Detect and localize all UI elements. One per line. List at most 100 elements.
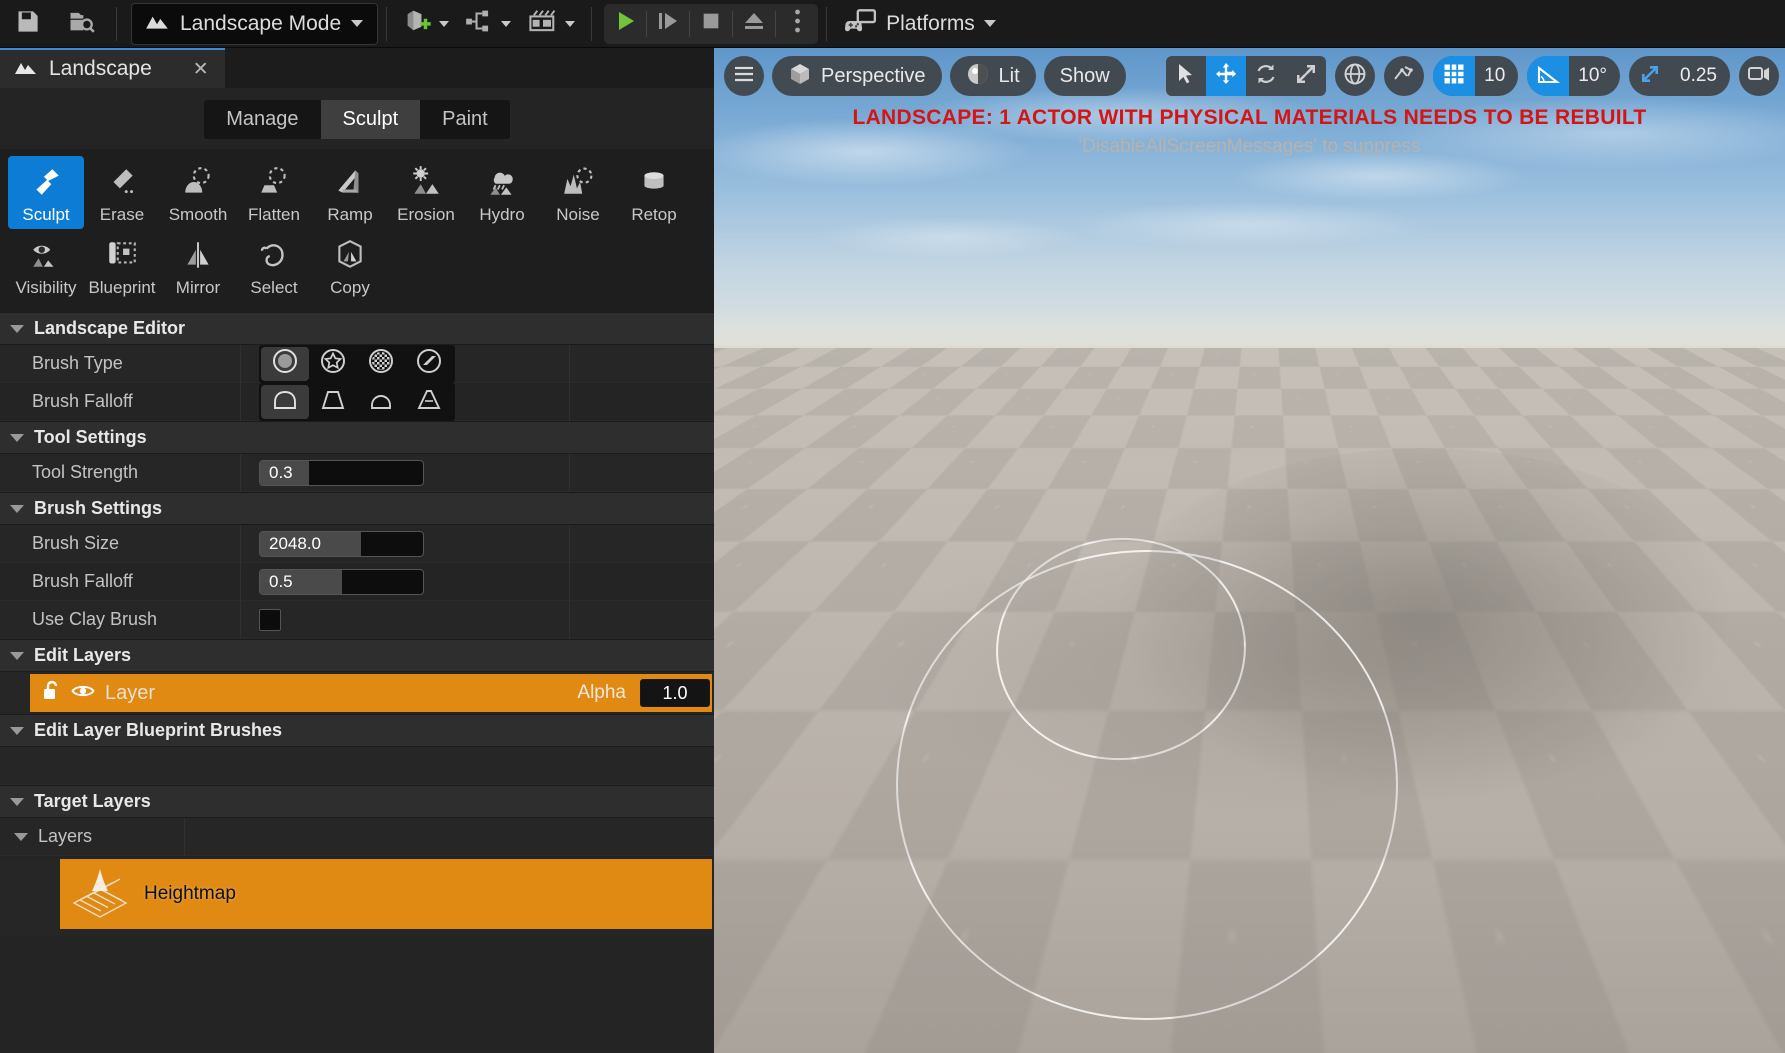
file-tools-group <box>0 0 108 47</box>
tool-label: Smooth <box>168 205 228 224</box>
hydro-rain-icon <box>485 162 519 202</box>
brush-size-label: Brush Size <box>32 533 120 553</box>
cinematics-button[interactable] <box>519 2 583 46</box>
grid-snap-toggle[interactable] <box>1433 56 1476 96</box>
brush-size-slider[interactable]: 2048.0 <box>259 530 424 557</box>
alpha-brush-icon <box>319 347 347 380</box>
brush-type-alpha[interactable] <box>309 347 357 381</box>
brush-falloff-field: 0.5 <box>241 563 569 601</box>
target-layer-heightmap[interactable]: Heightmap <box>60 859 712 929</box>
grid-snap-control[interactable]: 10 <box>1433 56 1519 96</box>
tool-erase[interactable]: Erase <box>84 156 160 229</box>
brush-type-component[interactable] <box>405 347 453 381</box>
tab-paint[interactable]: Paint <box>420 100 510 139</box>
select-tool-button[interactable] <box>1166 56 1206 96</box>
view-mode-label: Lit <box>998 64 1020 87</box>
stop-button[interactable] <box>690 4 732 44</box>
tab-manage[interactable]: Manage <box>204 100 320 139</box>
show-flags-button[interactable]: Show <box>1043 56 1126 96</box>
scale-snap-value[interactable]: 0.25 <box>1671 65 1730 87</box>
rotate-tool-button[interactable] <box>1246 56 1286 96</box>
section-tool-settings[interactable]: Tool Settings <box>0 421 714 454</box>
camera-mode-button[interactable]: Perspective <box>772 56 942 96</box>
brush-type-pattern[interactable] <box>357 347 405 381</box>
brush-falloff-slider[interactable]: 0.5 <box>259 568 424 595</box>
tool-ramp[interactable]: Ramp <box>312 156 388 229</box>
section-edit-layers[interactable]: Edit Layers <box>0 639 714 672</box>
angle-snap-control[interactable]: 10° <box>1527 56 1621 96</box>
ramp-icon <box>333 162 367 202</box>
platforms-button[interactable]: Platforms <box>835 2 1006 46</box>
falloff-smooth[interactable] <box>261 384 309 419</box>
angle-snap-value[interactable]: 10° <box>1569 65 1620 87</box>
section-target-layers[interactable]: Target Layers <box>0 785 714 818</box>
row-layers-group[interactable]: Layers <box>0 817 714 856</box>
section-brush-settings[interactable]: Brush Settings <box>0 492 714 525</box>
tool-sculpt[interactable]: Sculpt <box>8 156 84 229</box>
tool-retop[interactable]: Retop <box>616 156 692 229</box>
tool-label: Retop <box>631 205 677 224</box>
tool-blueprint[interactable]: Blueprint <box>84 229 160 302</box>
view-mode-button[interactable]: Lit <box>949 56 1036 96</box>
row-use-clay-brush: Use Clay Brush <box>0 600 714 639</box>
unlocked-icon[interactable] <box>42 680 62 707</box>
skip-play-icon <box>656 9 680 38</box>
falloff-linear[interactable] <box>309 385 357 419</box>
component-brush-icon <box>415 347 443 380</box>
row-trailing-column <box>569 453 714 492</box>
tool-mirror[interactable]: Mirror <box>160 229 236 302</box>
save-button[interactable] <box>0 2 54 46</box>
main-toolbar: Landscape Mode Platforms <box>0 0 1785 48</box>
brush-type-field <box>241 344 569 383</box>
row-brush-falloff-type: Brush Falloff <box>0 382 714 421</box>
grid-snap-value[interactable]: 10 <box>1475 65 1518 87</box>
tool-row-1: Sculpt Erase Smooth Flatten Ramp Erosion… <box>8 156 706 229</box>
browse-content-button[interactable] <box>54 2 108 46</box>
scale-snap-control[interactable]: 0.25 <box>1629 56 1730 96</box>
falloff-tip[interactable] <box>405 385 453 419</box>
falloff-spherical[interactable] <box>357 385 405 419</box>
brush-falloff-value: 0.5 <box>269 571 293 591</box>
section-edit-layer-blueprint-brushes[interactable]: Edit Layer Blueprint Brushes <box>0 714 714 747</box>
tab-landscape[interactable]: Landscape ✕ <box>0 48 225 88</box>
level-viewport[interactable]: LANDSCAPE: 1 ACTOR WITH PHYSICAL MATERIA… <box>714 48 1785 1053</box>
blueprints-button[interactable] <box>457 2 519 46</box>
tab-sculpt[interactable]: Sculpt <box>320 100 421 139</box>
toolbar-divider-4 <box>826 6 828 41</box>
edit-layer-row[interactable]: Layer Alpha 1.0 <box>30 674 712 712</box>
tool-strength-slider[interactable]: 0.3 <box>259 459 424 486</box>
scale-snap-toggle[interactable] <box>1629 56 1671 96</box>
move-tool-button[interactable] <box>1206 56 1247 96</box>
tool-copy[interactable]: Copy <box>312 229 388 302</box>
play-button[interactable] <box>604 4 646 44</box>
tool-erosion[interactable]: Erosion <box>388 156 464 229</box>
angle-snap-toggle[interactable] <box>1527 56 1570 96</box>
brush-type-circle[interactable] <box>261 346 309 381</box>
tool-smooth[interactable]: Smooth <box>160 156 236 229</box>
platforms-icon <box>845 8 877 39</box>
tool-flatten[interactable]: Flatten <box>236 156 312 229</box>
tool-hydro[interactable]: Hydro <box>464 156 540 229</box>
eye-icon[interactable] <box>71 682 95 705</box>
edit-layer-alpha-value[interactable]: 1.0 <box>640 679 710 707</box>
editor-mode-selector[interactable]: Landscape Mode <box>131 2 379 45</box>
close-icon[interactable]: ✕ <box>193 58 209 81</box>
tool-select[interactable]: Select <box>236 229 312 302</box>
tool-visibility[interactable]: Visibility <box>8 229 84 302</box>
camera-speed-button[interactable] <box>1739 56 1779 96</box>
viewport-toolbar-right: 10 10° 0.25 <box>1166 56 1785 96</box>
add-actor-button[interactable] <box>395 2 457 46</box>
toolbar-divider-2 <box>386 6 388 41</box>
viewport-menu-button[interactable] <box>724 56 764 96</box>
angle-snap-icon <box>1536 62 1561 91</box>
scale-tool-button[interactable] <box>1286 56 1326 96</box>
tool-noise[interactable]: Noise <box>540 156 616 229</box>
use-clay-brush-checkbox[interactable] <box>259 608 281 631</box>
more-options-button[interactable] <box>776 4 818 44</box>
eject-button[interactable] <box>733 4 775 44</box>
skip-play-button[interactable] <box>647 4 689 44</box>
tool-label: Select <box>250 278 298 297</box>
surface-snap-button[interactable] <box>1384 56 1425 96</box>
coordinate-system-button[interactable] <box>1335 56 1376 96</box>
section-landscape-editor[interactable]: Landscape Editor <box>0 312 714 345</box>
